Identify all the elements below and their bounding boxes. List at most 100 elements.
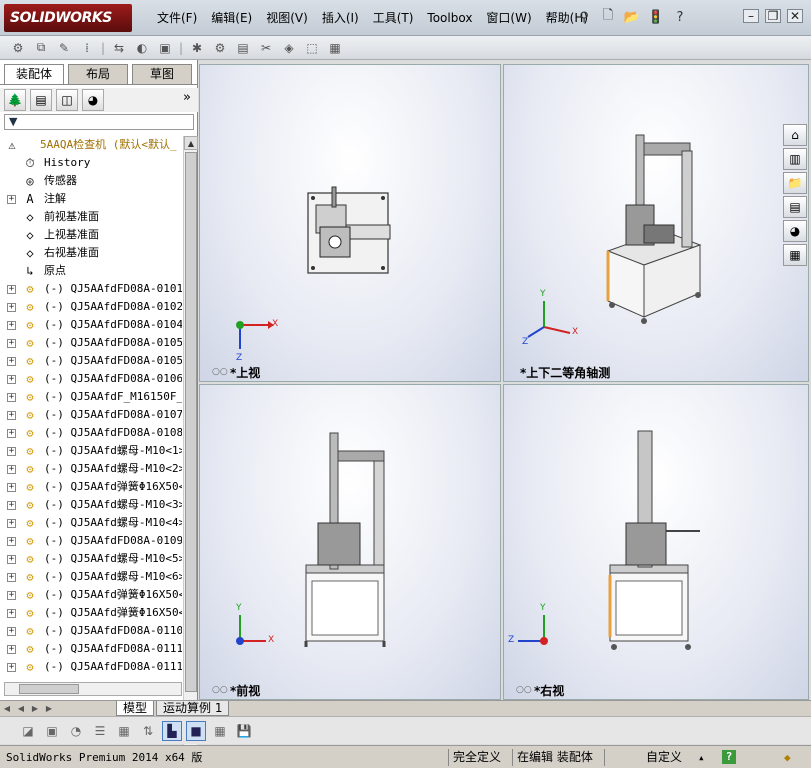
- assembly-features-icon[interactable]: ▣: [155, 39, 175, 57]
- tab-assembly[interactable]: 装配体: [4, 64, 64, 84]
- view-glasses-icon[interactable]: ○○: [212, 685, 228, 695]
- help-icon[interactable]: ?: [670, 7, 690, 27]
- ambient-occlusion-icon[interactable]: ◔: [66, 721, 86, 741]
- tree-root-assembly[interactable]: ⚠ 5AAQA检查机 (默认<默认_: [0, 136, 182, 154]
- tree-item[interactable]: ◇ 右视基准面: [0, 244, 182, 262]
- help-status-icon[interactable]: ?: [722, 750, 736, 764]
- linear-pattern-icon[interactable]: ⁞: [77, 39, 97, 57]
- viewport-isometric-view[interactable]: Y X Z *上下二等角轴测: [503, 64, 809, 382]
- rebuild-tag-icon[interactable]: ◆: [784, 749, 791, 766]
- tree-item[interactable]: + A 注解: [0, 190, 182, 208]
- tree-item[interactable]: + ⚙ (-) QJ5AAfdFD08A-0102<1: [0, 298, 182, 316]
- new-motion-study-icon[interactable]: ⚙: [210, 39, 230, 57]
- minimize-button[interactable]: –: [743, 9, 759, 23]
- restore-button[interactable]: ❐: [765, 9, 781, 23]
- expand-toggle-icon[interactable]: +: [7, 573, 16, 582]
- tree-item[interactable]: + ⚙ (-) QJ5AAfdFD08A-0107<1: [0, 406, 182, 424]
- view-palette-icon[interactable]: ▤: [783, 196, 807, 218]
- hidden-lines-visible-icon[interactable]: ▙: [162, 720, 182, 741]
- appearances-icon[interactable]: ◕: [783, 220, 807, 242]
- expand-toggle-icon[interactable]: +: [7, 537, 16, 546]
- open-icon[interactable]: 📂: [622, 7, 642, 27]
- show-hidden-icon[interactable]: ◐: [132, 39, 152, 57]
- status-custom-units[interactable]: 自定义: [646, 749, 682, 766]
- tab-model[interactable]: 模型: [116, 701, 155, 716]
- design-library-icon[interactable]: ▥: [783, 148, 807, 170]
- shaded-icon[interactable]: ■: [186, 720, 206, 741]
- expand-toggle-icon[interactable]: +: [7, 465, 16, 474]
- expand-toggle-icon[interactable]: +: [7, 339, 16, 348]
- menu-view[interactable]: 视图(V): [259, 10, 315, 26]
- exploded-view-icon[interactable]: ✂: [256, 39, 276, 57]
- expand-toggle-icon[interactable]: +: [7, 375, 16, 384]
- feature-tree-icon[interactable]: 🌲: [4, 89, 26, 111]
- tree-vertical-scrollbar[interactable]: ▲: [183, 136, 198, 746]
- appearance-manager-icon[interactable]: ◕: [82, 89, 104, 111]
- cartoon-icon[interactable]: ▦: [114, 721, 134, 741]
- interference-icon[interactable]: ◈: [279, 39, 299, 57]
- expand-toggle-icon[interactable]: +: [7, 357, 16, 366]
- view-glasses-icon[interactable]: ○○: [212, 367, 228, 377]
- tab-layout[interactable]: 布局: [68, 64, 128, 84]
- draft-quality-icon[interactable]: ⇅: [138, 721, 158, 741]
- close-button[interactable]: ✕: [787, 9, 803, 23]
- tree-item[interactable]: + ⚙ (-) QJ5AAfdFD08A-0111<1: [0, 640, 182, 658]
- new-document-icon[interactable]: 🗋: [598, 7, 618, 27]
- expand-toggle-icon[interactable]: +: [7, 303, 16, 312]
- tree-item[interactable]: + ⚙ (-) QJ5AAfdFD08A-0108<1: [0, 424, 182, 442]
- viewport-front-view[interactable]: Y X ○○ *前视: [199, 384, 501, 700]
- insert-component-icon[interactable]: ⚙: [8, 39, 28, 57]
- solidworks-resources-icon[interactable]: ⌂: [783, 124, 807, 146]
- tree-item[interactable]: ↳ 原点: [0, 262, 182, 280]
- tree-item[interactable]: ◎ 传感器: [0, 172, 182, 190]
- viewport-top-view[interactable]: X Z ○○ *上视: [199, 64, 501, 382]
- tree-item[interactable]: + ⚙ (-) QJ5AAfd螺母-M10<6>: [0, 568, 182, 586]
- tree-horizontal-scrollbar[interactable]: [4, 682, 182, 696]
- expand-toggle-icon[interactable]: +: [7, 195, 16, 204]
- viewport-right-view[interactable]: Y Z ○○ *右视: [503, 384, 809, 700]
- tree-item[interactable]: + ⚙ (-) QJ5AAfdFD08A-0106<1: [0, 370, 182, 388]
- save-view-icon[interactable]: 💾: [234, 721, 254, 741]
- tree-item[interactable]: + ⚙ (-) QJ5AAfd弹簧Φ16X50<: [0, 586, 182, 604]
- expand-toggle-icon[interactable]: +: [7, 447, 16, 456]
- menu-edit[interactable]: 编辑(E): [204, 10, 259, 26]
- move-component-icon[interactable]: ⇆: [109, 39, 129, 57]
- tree-item[interactable]: ◇ 前视基准面: [0, 208, 182, 226]
- units-arrow-icon[interactable]: ▴: [698, 749, 705, 766]
- prev-tab-arrow[interactable]: ◀: [14, 702, 28, 716]
- snapshot-icon[interactable]: ▦: [325, 39, 345, 57]
- expand-toggle-icon[interactable]: +: [7, 429, 16, 438]
- expand-panel-icon[interactable]: »: [183, 90, 191, 105]
- tree-item[interactable]: + ⚙ (-) QJ5AAfdFD08A-0105<1: [0, 334, 182, 352]
- tree-item[interactable]: + ⚙ (-) QJ5AAfd弹簧Φ16X50<: [0, 478, 182, 496]
- tree-item[interactable]: + ⚙ (-) QJ5AAfdFD08A-0105<2: [0, 352, 182, 370]
- instant3d-icon[interactable]: ⬚: [302, 39, 322, 57]
- configuration-manager-icon[interactable]: ◫: [56, 89, 78, 111]
- expand-toggle-icon[interactable]: +: [7, 483, 16, 492]
- tree-item[interactable]: + ⚙ (-) QJ5AAfdFD08A-0110<1: [0, 622, 182, 640]
- tree-item[interactable]: + ⚙ (-) QJ5AAfd螺母-M10<5>: [0, 550, 182, 568]
- expand-toggle-icon[interactable]: +: [7, 501, 16, 510]
- tree-item[interactable]: + ⚙ (-) QJ5AAfd螺母-M10<2>: [0, 460, 182, 478]
- expand-toggle-icon[interactable]: +: [7, 627, 16, 636]
- tree-item[interactable]: ◇ 上视基准面: [0, 226, 182, 244]
- tile-view-icon[interactable]: ▦: [210, 721, 230, 741]
- view-glasses-icon[interactable]: ○○: [516, 685, 532, 695]
- mate-icon[interactable]: ⧉: [31, 39, 51, 57]
- menu-toolbox[interactable]: Toolbox: [420, 10, 479, 26]
- expand-toggle-icon[interactable]: +: [7, 393, 16, 402]
- tree-filter[interactable]: ▼: [4, 114, 194, 130]
- expand-toggle-icon[interactable]: +: [7, 555, 16, 564]
- tree-item[interactable]: + ⚙ (-) QJ5AAfd弹簧Φ16X50<: [0, 604, 182, 622]
- rebuild-icon[interactable]: 🚦: [646, 7, 666, 27]
- tree-item[interactable]: + ⚙ (-) QJ5AAfdFD08A-0104<1: [0, 316, 182, 334]
- expand-toggle-icon[interactable]: +: [7, 285, 16, 294]
- bill-of-materials-icon[interactable]: ▤: [233, 39, 253, 57]
- menu-file[interactable]: 文件(F): [150, 10, 204, 26]
- expand-toggle-icon[interactable]: +: [7, 411, 16, 420]
- reference-geometry-icon[interactable]: ✱: [187, 39, 207, 57]
- perspective-icon[interactable]: ☰: [90, 721, 110, 741]
- scroll-thumb[interactable]: [19, 684, 79, 694]
- next-tab-arrow[interactable]: ▶: [28, 702, 42, 716]
- scroll-thumb[interactable]: [185, 152, 197, 692]
